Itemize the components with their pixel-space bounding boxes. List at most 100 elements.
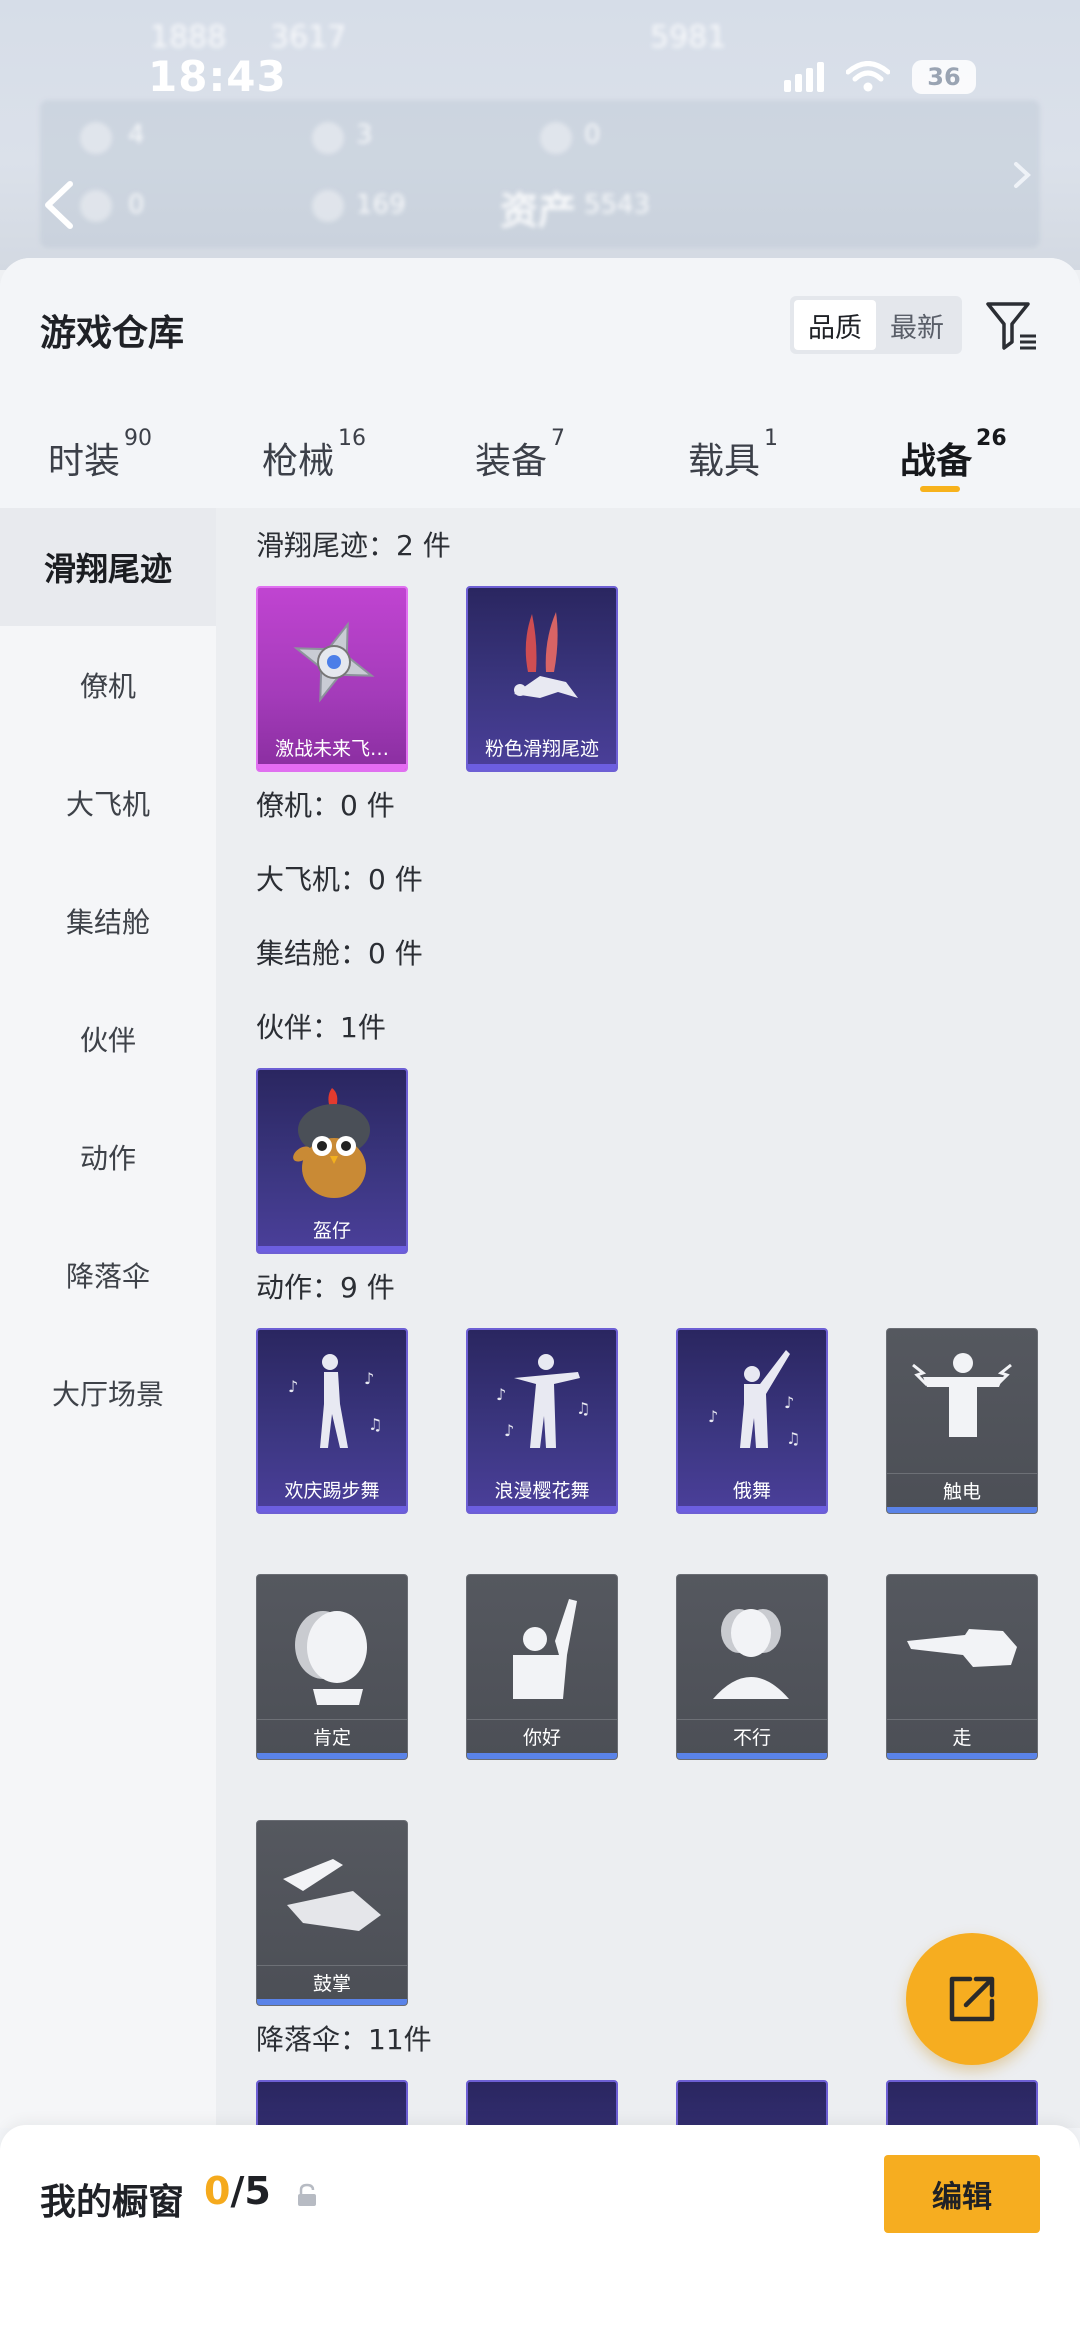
showcase-total: /5 xyxy=(230,2169,271,2213)
bg-ghost-text: 0 xyxy=(584,120,601,150)
svg-text:♫: ♫ xyxy=(576,1399,590,1418)
owl-helmet-icon xyxy=(293,1088,370,1198)
bg-ghost-text: 5981 xyxy=(650,20,727,55)
item-name: 你好 xyxy=(467,1719,617,1753)
item-card[interactable]: 盔仔 xyxy=(256,1068,408,1254)
showcase-count: 0/5 xyxy=(204,2169,271,2213)
item-card[interactable]: 肯定 xyxy=(256,1574,408,1760)
item-name: 不行 xyxy=(677,1719,827,1753)
tab-fashion[interactable]: 时装90 xyxy=(48,426,152,484)
sort-toggle: 品质 最新 xyxy=(790,296,962,354)
sidebar-item-glide-trail[interactable]: 滑翔尾迹 xyxy=(0,508,216,626)
pointing-hand-icon xyxy=(907,1629,1017,1667)
section-label-emote: 动作：9 件 xyxy=(256,1271,395,1304)
chevron-right-icon[interactable] xyxy=(1010,160,1034,190)
electrified-figure-icon xyxy=(912,1353,1012,1437)
item-card[interactable]: 你好 xyxy=(466,1574,618,1760)
clapping-hands-icon xyxy=(283,1859,381,1931)
tab-guns[interactable]: 枪械16 xyxy=(262,426,366,484)
dancer-icon: ♪ ♪ ♫ xyxy=(708,1350,800,1448)
tab-label: 装备 xyxy=(475,441,548,482)
item-card[interactable] xyxy=(886,2080,1038,2128)
tab-equipment[interactable]: 装备7 xyxy=(475,426,565,484)
showcase-current: 0 xyxy=(204,2169,231,2213)
item-card[interactable]: 不行 xyxy=(676,1574,828,1760)
tab-count: 90 xyxy=(124,426,153,451)
back-arrow-icon[interactable] xyxy=(40,180,80,230)
sidebar: 滑翔尾迹 僚机 大飞机 集结舱 伙伴 动作 降落伞 大厅场景 xyxy=(0,508,216,2128)
item-card[interactable] xyxy=(256,2080,408,2128)
item-card[interactable]: ♪ ♪ ♫ 俄舞 xyxy=(676,1328,828,1514)
sidebar-item-lobby-scene[interactable]: 大厅场景 xyxy=(0,1334,216,1452)
tab-label: 枪械 xyxy=(262,441,335,482)
item-name: 俄舞 xyxy=(732,1479,771,1502)
tab-vehicles[interactable]: 载具1 xyxy=(688,426,778,484)
bg-ghost-text: 1888 xyxy=(150,20,227,55)
background-header: 1888 3617 5981 4 3 0 0 169 资产 5543 18:43… xyxy=(0,0,1080,270)
svg-text:♪: ♪ xyxy=(288,1377,298,1396)
bg-ghost-text: 3 xyxy=(356,120,373,150)
tab-label: 时装 xyxy=(48,441,121,482)
item-name: 走 xyxy=(887,1719,1037,1753)
section-label-pod: 集结舱：0 件 xyxy=(256,937,423,970)
item-card[interactable] xyxy=(466,2080,618,2128)
item-card[interactable]: ♪ ♫ ♪ 浪漫樱花舞 xyxy=(466,1328,618,1514)
bg-ghost-text: 4 xyxy=(128,120,145,150)
sort-newest-button[interactable]: 最新 xyxy=(876,300,958,350)
item-name: 肯定 xyxy=(257,1719,407,1753)
item-card[interactable]: 激战未来飞… xyxy=(256,586,408,772)
status-time: 18:43 xyxy=(148,52,287,101)
tab-label: 载具 xyxy=(688,441,761,482)
section-label-parachute: 降落伞：11件 xyxy=(256,2023,432,2056)
tab-count: 26 xyxy=(976,426,1007,451)
svg-text:♪: ♪ xyxy=(784,1393,794,1412)
item-card[interactable]: 鼓掌 xyxy=(256,1820,408,2006)
item-name: 浪漫樱花舞 xyxy=(494,1479,590,1502)
edit-button[interactable]: 编辑 xyxy=(884,2155,1040,2233)
showcase-bar: 我的橱窗 0/5 编辑 xyxy=(0,2125,1080,2347)
waving-figure-icon xyxy=(513,1599,577,1699)
share-fab-button[interactable] xyxy=(906,1933,1038,2065)
showcase-title: 我的橱窗 xyxy=(40,2182,185,2223)
dancer-icon: ♪ ♫ ♪ xyxy=(496,1354,590,1448)
sort-quality-button[interactable]: 品质 xyxy=(794,300,876,350)
item-name: 粉色滑翔尾迹 xyxy=(484,737,599,760)
section-label-partner: 伙伴：1件 xyxy=(256,1011,386,1044)
item-card[interactable]: 走 xyxy=(886,1574,1038,1760)
bg-ghost-text: 169 xyxy=(356,190,406,220)
svg-text:♪: ♪ xyxy=(364,1369,374,1388)
lock-icon xyxy=(298,2183,316,2206)
active-tab-indicator xyxy=(920,486,960,492)
tab-count: 1 xyxy=(764,426,779,451)
section-label-plane: 大飞机：0 件 xyxy=(256,863,423,896)
bg-ghost-text: 资产 xyxy=(500,189,577,233)
page-title: 游戏仓库 xyxy=(40,313,185,354)
bg-ghost-text: 3617 xyxy=(270,20,347,55)
sheet-header: 游戏仓库 品质 最新 时装90 枪械16 装备7 载具1 战备26 xyxy=(0,258,1080,508)
status-icons: 36 xyxy=(784,60,976,94)
bg-ghost-text: 0 xyxy=(128,190,145,220)
wifi-icon xyxy=(846,61,890,92)
item-card[interactable]: 触电 xyxy=(886,1328,1038,1514)
item-name: 欢庆踢步舞 xyxy=(284,1479,380,1502)
sidebar-item-emote[interactable]: 动作 xyxy=(0,1098,216,1216)
sidebar-item-pod[interactable]: 集结舱 xyxy=(0,862,216,980)
sidebar-item-partner[interactable]: 伙伴 xyxy=(0,980,216,1098)
external-link-icon xyxy=(949,1976,995,2022)
dancer-icon: ♪ ♪ ♫ xyxy=(288,1354,382,1448)
sidebar-item-plane[interactable]: 大飞机 xyxy=(0,744,216,862)
svg-text:♫: ♫ xyxy=(786,1429,800,1448)
category-tabs: 时装90 枪械16 装备7 载具1 战备26 xyxy=(0,418,1080,508)
bg-ghost-text: 5543 xyxy=(584,190,651,220)
item-list: 滑翔尾迹：2 件 激战未来飞… 粉色滑翔尾迹 僚机：0 件 大飞机：0 件 集结… xyxy=(216,508,1080,2128)
tab-count: 16 xyxy=(338,426,367,451)
item-card[interactable] xyxy=(676,2080,828,2128)
filter-icon[interactable] xyxy=(984,298,1040,354)
sidebar-item-parachute[interactable]: 降落伞 xyxy=(0,1216,216,1334)
svg-text:♪: ♪ xyxy=(504,1421,514,1440)
sidebar-item-wingman[interactable]: 僚机 xyxy=(0,626,216,744)
item-card[interactable]: ♪ ♪ ♫ 欢庆踢步舞 xyxy=(256,1328,408,1514)
item-card[interactable]: 粉色滑翔尾迹 xyxy=(466,586,618,772)
item-name: 盔仔 xyxy=(312,1219,351,1242)
tab-battle-gear[interactable]: 战备26 xyxy=(900,426,1007,484)
